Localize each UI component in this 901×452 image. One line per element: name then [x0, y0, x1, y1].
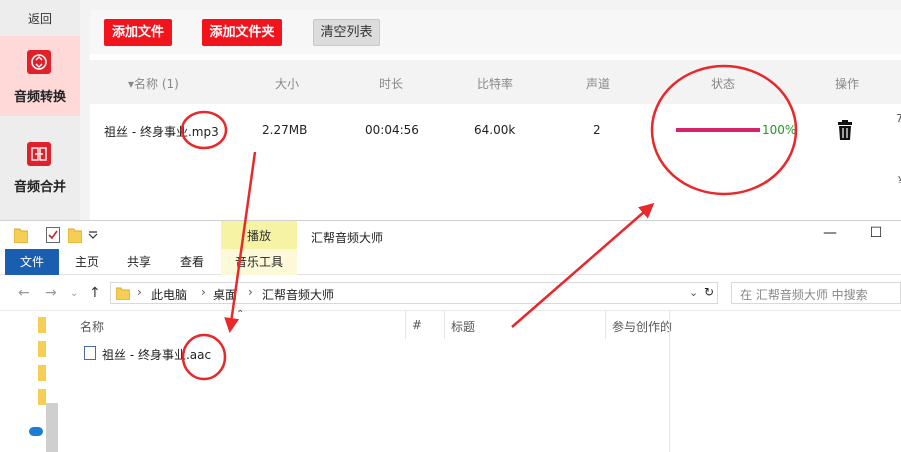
column-divider [405, 311, 406, 339]
address-input[interactable]: › 此电脑 › 桌面 › 汇帮音频大师 ⌄ ↻ [110, 282, 718, 304]
forward-arrow-icon[interactable]: → [45, 285, 57, 301]
nav-folder-icon[interactable] [38, 317, 46, 333]
col-title-header[interactable]: 标题 [451, 318, 475, 335]
refresh-icon[interactable]: ↻ [704, 285, 714, 299]
breadcrumb-separator: › [137, 285, 142, 299]
col-name-header[interactable]: 名称 [80, 318, 104, 335]
minimize-button[interactable]: — [820, 225, 840, 245]
channels-cell: 2 [593, 123, 601, 137]
sort-up-icon: ⌃ [236, 309, 245, 320]
toolbar: 添加文件 添加文件夹 清空列表 [90, 10, 901, 54]
audio-convert-icon [27, 50, 51, 74]
col-contrib-header[interactable]: 参与创作的 [612, 318, 672, 335]
col-action-header: 操作 [835, 77, 860, 91]
tab-home[interactable]: 主页 [70, 249, 104, 275]
progress-text: 100% [762, 123, 797, 137]
audio-file-icon [84, 346, 96, 360]
add-file-button[interactable]: 添加文件 [104, 19, 172, 46]
progress-bar-fill [676, 128, 760, 132]
app-sidebar: 返回 音频转换 音频合并 [0, 0, 80, 220]
up-arrow-icon[interactable]: ↑ [89, 285, 101, 301]
clear-list-button[interactable]: 清空列表 [313, 19, 380, 46]
recent-chevron-icon[interactable]: ⌄ [70, 288, 78, 299]
clipped-edge-text: 7 [896, 112, 901, 125]
audio-converter-app: 返回 音频转换 音频合并 添加文件 添加文件夹 清空列表 ▾名称 (1) 大小 … [0, 0, 901, 220]
properties-check-icon[interactable] [46, 227, 60, 243]
col-number-header[interactable]: # [412, 318, 422, 332]
col-duration-header: 时长 [379, 77, 404, 91]
bitrate-cell: 64.00k [474, 123, 516, 137]
ribbon-tabs: 音乐工具 文件 主页 共享 查看 [0, 249, 901, 275]
address-bar: ← → ⌄ ↑ › 此电脑 › 桌面 › 汇帮音频大师 ⌄ ↻ 在 汇帮音频大师… [0, 275, 901, 311]
window-title: 汇帮音频大师 [311, 231, 384, 245]
tab-view[interactable]: 查看 [175, 249, 209, 275]
file-explorer-window: 播放 汇帮音频大师 — ☐ 音乐工具 文件 主页 共享 查看 ← → ⌄ ↑ ›… [0, 220, 901, 452]
nav-folder-icon[interactable] [38, 365, 46, 381]
folder-icon [116, 287, 130, 300]
address-dropdown-icon[interactable]: ⌄ [689, 286, 698, 299]
audio-merge-icon [27, 142, 51, 166]
file-name-cell: 祖丝 - 终身事业.mp3 [104, 125, 219, 139]
breadcrumb-this-pc[interactable]: 此电脑 [151, 286, 187, 303]
file-name: 祖丝 - 终身事业.aac [102, 348, 212, 362]
sidebar-item-audio-merge[interactable]: 音频合并 [0, 126, 80, 206]
duration-cell: 00:04:56 [365, 123, 419, 137]
nav-folder-icon[interactable] [38, 389, 46, 405]
sidebar-item-audio-convert[interactable]: 音频转换 [0, 36, 80, 116]
sidebar-item-label: 音频转换 [13, 90, 66, 105]
tab-share[interactable]: 共享 [122, 249, 156, 275]
search-input[interactable]: 在 汇帮音频大师 中搜索 [731, 282, 901, 304]
search-placeholder: 在 汇帮音频大师 中搜索 [740, 288, 868, 302]
breadcrumb-desktop[interactable]: 桌面 [213, 286, 237, 303]
file-size-cell: 2.27MB [262, 123, 308, 137]
column-divider [669, 311, 670, 452]
breadcrumb-folder[interactable]: 汇帮音频大师 [262, 286, 334, 303]
back-link[interactable]: 返回 [0, 10, 80, 27]
music-tools-label: 音乐工具 [234, 255, 283, 269]
quick-access-dropdown-icon[interactable] [88, 231, 98, 239]
col-size-header: 大小 [275, 77, 300, 91]
music-tools-tab[interactable]: 音乐工具 [221, 249, 297, 275]
delete-trash-icon[interactable] [836, 120, 854, 140]
col-channels-header: 声道 [586, 77, 611, 91]
maximize-button[interactable]: ☐ [866, 225, 886, 245]
column-divider [444, 311, 445, 339]
progress-bar [676, 128, 760, 132]
col-status-header: 状态 [711, 77, 736, 91]
col-bitrate-header: 比特率 [477, 77, 514, 91]
app-main-panel: 添加文件 添加文件夹 清空列表 ▾名称 (1) 大小 时长 比特率 声道 状态 … [90, 10, 901, 220]
folder-icon [14, 228, 28, 243]
col-name-header[interactable]: ▾名称 (1) [128, 75, 179, 92]
new-folder-icon[interactable] [68, 227, 82, 243]
onedrive-cloud-icon[interactable] [29, 427, 43, 436]
sidebar-item-label: 音频合并 [13, 180, 66, 195]
play-tool-tab[interactable]: 播放 [221, 221, 297, 249]
back-arrow-icon[interactable]: ← [18, 285, 30, 301]
clipped-edge-text: ￥ [896, 172, 901, 188]
table-header: ▾名称 (1) 大小 时长 比特率 声道 状态 操作 [90, 60, 901, 104]
navigation-pane [0, 311, 58, 452]
explorer-titlebar: 播放 汇帮音频大师 — ☐ [0, 221, 901, 249]
column-divider [605, 311, 606, 339]
breadcrumb-separator: › [201, 285, 206, 299]
table-row[interactable]: 祖丝 - 终身事业.mp3 2.27MB 00:04:56 64.00k 2 1… [90, 104, 901, 156]
nav-scrollbar[interactable] [46, 403, 58, 452]
breadcrumb-separator: › [248, 285, 253, 299]
tab-file[interactable]: 文件 [5, 249, 59, 275]
add-folder-button[interactable]: 添加文件夹 [202, 19, 282, 46]
nav-folder-icon[interactable] [38, 341, 46, 357]
